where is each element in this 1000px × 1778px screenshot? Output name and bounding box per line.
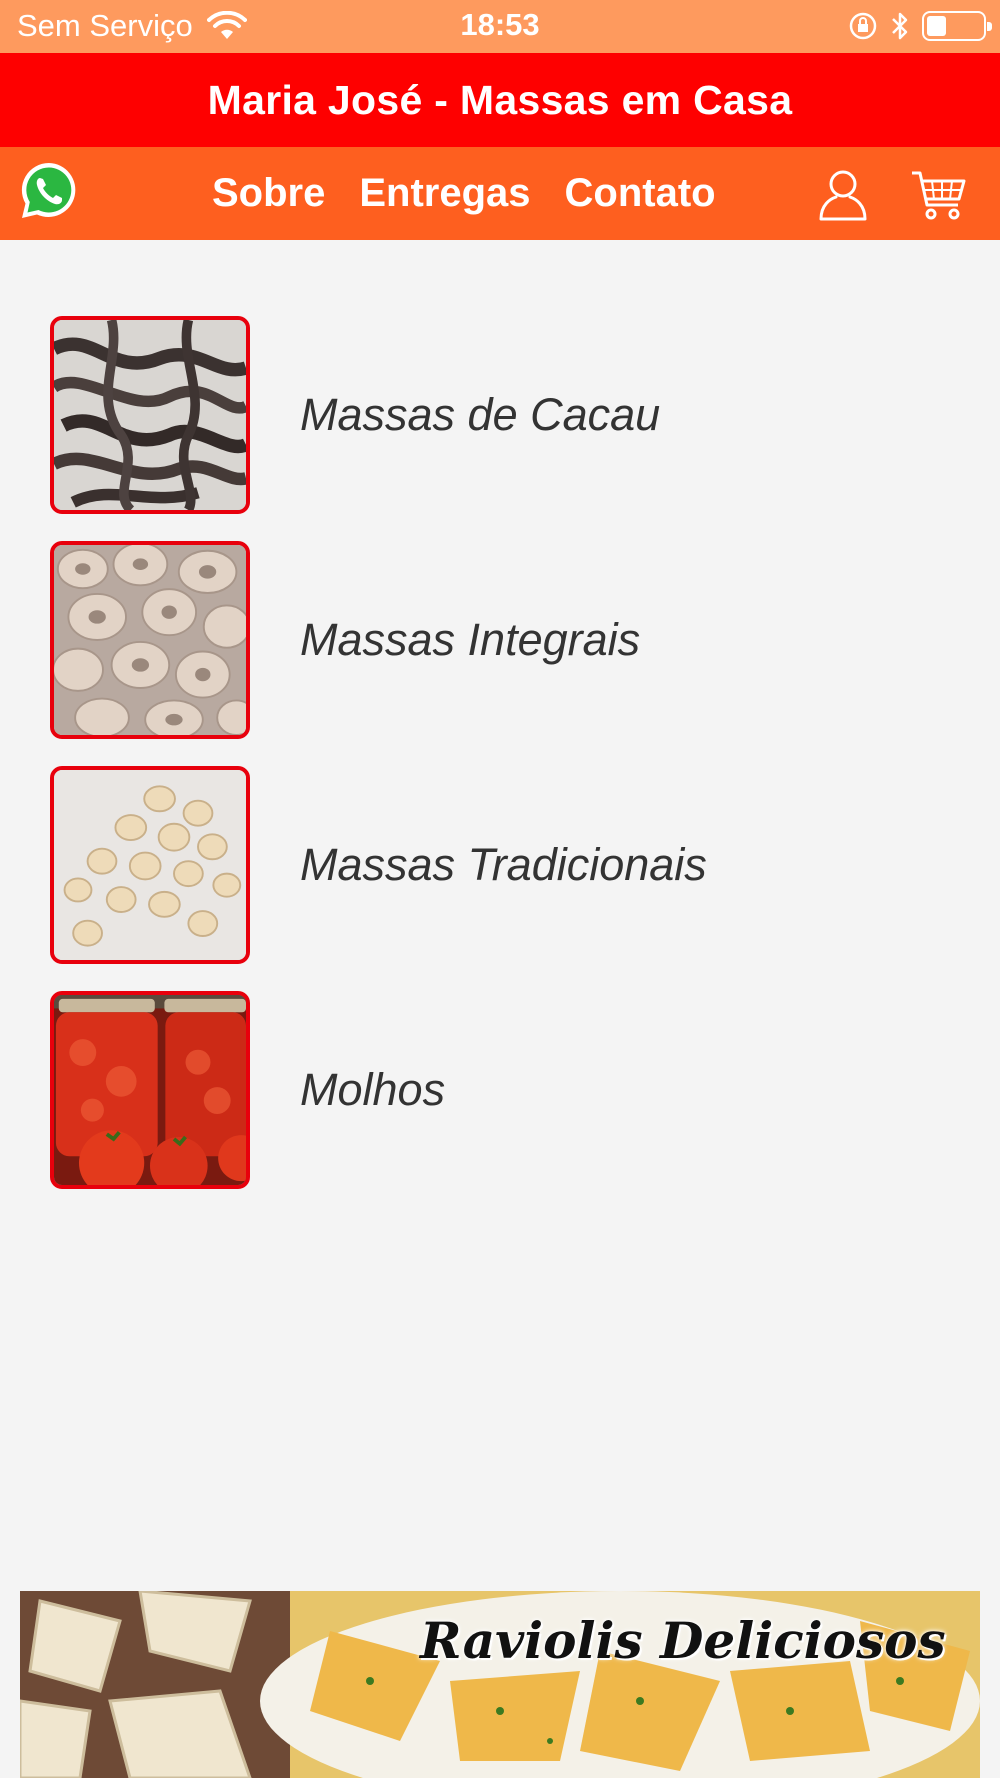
title-bar: Maria José - Massas em Casa: [0, 53, 1000, 147]
category-item-massas-tradicionais[interactable]: Massas Tradicionais: [0, 766, 1000, 964]
nav-link-sobre[interactable]: Sobre: [212, 171, 325, 216]
whatsapp-icon[interactable]: [17, 159, 81, 223]
nav-link-entregas[interactable]: Entregas: [359, 171, 530, 216]
battery-nub: [987, 22, 992, 31]
user-icon[interactable]: [818, 167, 868, 221]
nav-link-contato[interactable]: Contato: [565, 171, 716, 216]
banner-text: Raviolis Deliciosos: [420, 1611, 946, 1670]
battery-icon: [922, 11, 992, 41]
nav-links: Sobre Entregas Contato: [212, 147, 716, 240]
category-list: Massas de Cacau Massas Integrais Massas …: [0, 316, 1000, 1216]
category-label: Massas Integrais: [300, 614, 641, 665]
bluetooth-icon: [892, 12, 908, 40]
category-item-massas-integrais[interactable]: Massas Integrais: [0, 541, 1000, 739]
category-thumb-integrais: [50, 541, 250, 739]
whole-wheat-pasta-image: [54, 545, 246, 735]
rotation-lock-icon: [849, 12, 877, 40]
promo-banner[interactable]: Raviolis Deliciosos: [20, 1591, 980, 1778]
battery-fill: [927, 16, 946, 36]
status-bar: Sem Serviço 18:53: [0, 0, 1000, 53]
category-label: Massas Tradicionais: [300, 839, 707, 890]
cocoa-pasta-image: [54, 320, 246, 510]
status-right: [848, 10, 992, 42]
category-thumb-molhos: [50, 991, 250, 1189]
category-thumb-tradicionais: [50, 766, 250, 964]
category-label: Molhos: [300, 1064, 446, 1115]
traditional-pasta-image: [54, 770, 246, 960]
page-title: Maria José - Massas em Casa: [207, 77, 793, 123]
category-item-molhos[interactable]: Molhos: [0, 991, 1000, 1189]
category-thumb-cacau: [50, 316, 250, 514]
category-label: Massas de Cacau: [300, 389, 661, 440]
category-item-massas-de-cacau[interactable]: Massas de Cacau: [0, 316, 1000, 514]
nav-bar: Sobre Entregas Contato: [0, 147, 1000, 240]
cart-icon[interactable]: [910, 169, 966, 221]
tomato-sauce-image: [54, 995, 246, 1185]
